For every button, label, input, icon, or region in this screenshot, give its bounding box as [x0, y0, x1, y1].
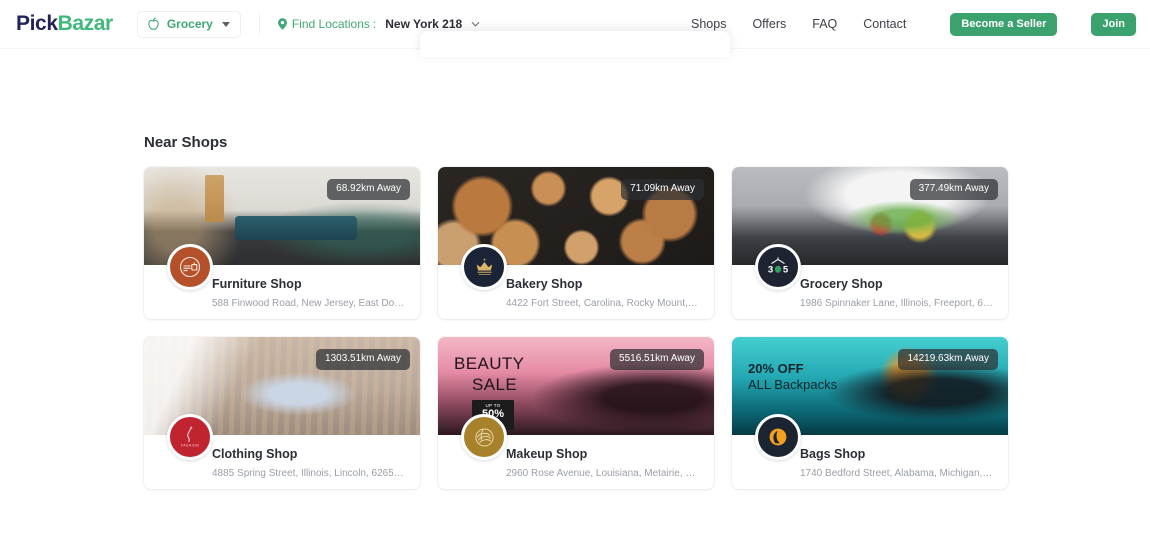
header-divider — [259, 13, 260, 35]
shop-address: 1986 Spinnaker Lane, Illinois, Freeport,… — [800, 298, 994, 309]
map-pin-icon — [278, 18, 287, 30]
group-selector-button[interactable]: Grocery — [137, 11, 241, 38]
fashion-logo-icon: FASHION — [167, 414, 213, 460]
shop-address: 1740 Bedford Street, Alabama, Michigan, … — [800, 468, 994, 479]
distance-badge: 5516.51km Away — [610, 349, 704, 370]
shop-address: 588 Finwood Road, New Jersey, East Dover… — [212, 298, 406, 309]
shop-address: 2960 Rose Avenue, Louisiana, Metairie, 7… — [506, 468, 700, 479]
nav-faq[interactable]: FAQ — [812, 17, 837, 31]
bags-logo-icon — [755, 414, 801, 460]
location-label: Find Locations — [292, 17, 370, 31]
become-a-seller-button[interactable]: Become a Seller — [950, 13, 1057, 36]
nav-shops[interactable]: Shops — [691, 17, 726, 31]
cover-promo-text: 20% OFF ALL Backpacks — [748, 361, 837, 393]
shop-name: Furniture Shop — [212, 277, 406, 291]
location-separator: : — [373, 17, 376, 31]
distance-badge: 68.92km Away — [327, 179, 410, 200]
shop-name: Bags Shop — [800, 447, 994, 461]
furniture-logo-icon — [167, 244, 213, 290]
shop-card[interactable]: 20% OFF ALL Backpacks 14219.63km Away Ba… — [732, 337, 1008, 489]
shop-name: Clothing Shop — [212, 447, 406, 461]
main-navigation: Shops Offers FAQ Contact Become a Seller… — [691, 13, 1136, 36]
svg-text:FASHION: FASHION — [181, 443, 199, 447]
apple-icon — [147, 17, 160, 31]
bakery-crown-logo-icon — [461, 244, 507, 290]
shop-card[interactable]: 1303.51km Away FASHION Clothing Shop 488… — [144, 337, 420, 489]
distance-badge: 14219.63km Away — [898, 349, 998, 370]
shop-card[interactable]: 68.92km Away Furniture Shop 588 Finwood … — [144, 167, 420, 319]
shop-address: 4885 Spring Street, Illinois, Lincoln, 6… — [212, 468, 406, 479]
shop-card[interactable]: 71.09km Away Bakery Shop 4422 Fort Stree… — [438, 167, 714, 319]
makeup-swirl-logo-icon — [461, 414, 507, 460]
shop-card[interactable]: BEAUTY SALE UP TO 50% OFF 5516.51km Away — [438, 337, 714, 489]
location-value: New York 218 — [385, 17, 462, 31]
page-title: Near Shops — [144, 134, 227, 151]
cover-promo-line-1: 20% OFF — [748, 361, 837, 377]
bottom-sheet-edge — [420, 31, 730, 57]
shop-name: Grocery Shop — [800, 277, 994, 291]
svg-text:3: 3 — [768, 264, 773, 275]
distance-badge: 1303.51km Away — [316, 349, 410, 370]
brand-logo-part-2: Bazar — [58, 12, 113, 35]
distance-badge: 377.49km Away — [910, 179, 998, 200]
nav-offers[interactable]: Offers — [752, 17, 786, 31]
shop-name: Bakery Shop — [506, 277, 700, 291]
shop-card[interactable]: 377.49km Away 3 5 3 Grocery Shop 1986 Sp… — [732, 167, 1008, 319]
shop-card-grid: 68.92km Away Furniture Shop 588 Finwood … — [144, 167, 1008, 489]
group-selector-label: Grocery — [167, 17, 213, 31]
cover-promo-line-2: ALL Backpacks — [748, 377, 837, 393]
chevron-down-icon — [222, 22, 230, 27]
cover-promo-line-1: BEAUTY — [454, 354, 524, 375]
shop-address: 4422 Fort Street, Carolina, Rocky Mount,… — [506, 298, 700, 309]
brand-logo[interactable]: PickBazar — [16, 12, 113, 36]
grocery-365-logo-icon: 3 5 3 — [755, 244, 801, 290]
nav-contact[interactable]: Contact — [863, 17, 906, 31]
location-selector[interactable]: Find Locations : New York 218 — [278, 17, 480, 31]
brand-logo-part-1: Pick — [16, 12, 58, 35]
distance-badge: 71.09km Away — [621, 179, 704, 200]
svg-text:5: 5 — [783, 264, 789, 275]
shop-name: Makeup Shop — [506, 447, 700, 461]
cover-promo-line-2: SALE — [472, 375, 524, 396]
chevron-down-icon — [467, 21, 480, 27]
join-button[interactable]: Join — [1091, 13, 1136, 36]
